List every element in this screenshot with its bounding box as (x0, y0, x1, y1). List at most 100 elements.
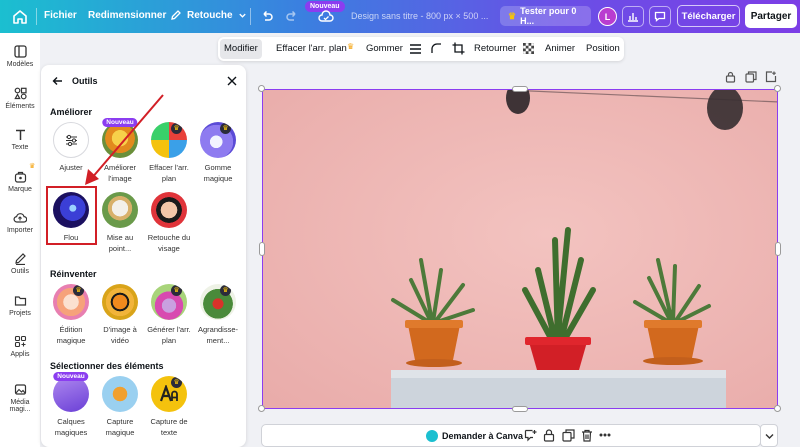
ask-canva-button[interactable]: Demander à Canva (426, 427, 523, 444)
close-icon[interactable] (227, 76, 237, 86)
transparency-icon[interactable] (523, 43, 534, 54)
rail-label: Applis (10, 351, 30, 358)
blur-thumbnail (53, 192, 89, 228)
border-style-icon[interactable] (410, 44, 421, 54)
cloud-upload-icon (13, 213, 27, 223)
animate-button[interactable]: Animer (545, 43, 575, 54)
back-arrow-icon[interactable] (52, 76, 63, 86)
tool-magic-edit[interactable]: ♛ Édition magique (47, 284, 95, 346)
magic-expand-thumbnail: ♛ (200, 284, 236, 320)
left-rail: Modèles Éléments Texte ♛ Marque Importer… (0, 33, 40, 447)
rail-label: Modèles (6, 61, 34, 68)
try-pro-label: Tester pour 0 H... (520, 6, 577, 26)
tools-panel: Outils Améliorer Ajuster Nouveau Amélior… (41, 65, 246, 447)
apps-icon (14, 335, 26, 348)
magic-eraser-thumbnail: ♛ (200, 122, 236, 158)
resize-handle[interactable] (774, 85, 781, 92)
more-options-icon[interactable] (599, 433, 611, 437)
file-menu[interactable]: Fichier (44, 10, 77, 21)
tool-label: Édition magique (56, 325, 86, 345)
tool-magic-expand[interactable]: ♛ Agrandisse-ment... (194, 284, 242, 346)
magic-media-icon (14, 384, 26, 395)
resize-handle[interactable] (258, 405, 265, 412)
lock-icon[interactable] (543, 429, 555, 442)
avatar[interactable]: L (598, 7, 617, 26)
tool-label: Générer l'arr. plan (147, 325, 191, 345)
add-page-icon[interactable] (765, 71, 777, 83)
elements-icon (13, 87, 27, 100)
lock-icon[interactable] (725, 71, 736, 83)
flip-button[interactable]: Retourner (474, 43, 516, 54)
crown-icon: ♛ (220, 123, 231, 134)
rail-item-magic-media[interactable]: Média magi... (0, 383, 40, 413)
rail-item-upload[interactable]: Importer (0, 211, 40, 234)
analytics-button[interactable] (622, 6, 644, 27)
resize-menu[interactable]: Redimensionner (88, 10, 166, 21)
tool-face-retouch[interactable]: Retouche du visage (145, 192, 193, 254)
undo-icon[interactable] (260, 9, 274, 23)
redo-icon[interactable] (285, 9, 299, 23)
generate-bg-thumbnail: ♛ (151, 284, 187, 320)
rail-item-brand[interactable]: ♛ Marque (0, 163, 40, 193)
tool-label: D'image à vidéo (103, 325, 137, 345)
tool-autofocus[interactable]: Mise au point... (96, 192, 144, 254)
duplicate-icon[interactable] (745, 71, 757, 83)
home-icon[interactable] (12, 9, 28, 25)
tool-blur[interactable]: Flou (47, 192, 95, 243)
tool-image-to-video[interactable]: D'image à vidéo (96, 284, 144, 346)
canvas-photo[interactable] (262, 89, 778, 409)
rail-item-elements[interactable]: Éléments (0, 87, 40, 110)
try-pro-button[interactable]: ♛ Tester pour 0 H... (500, 6, 591, 26)
rail-label: Importer (6, 227, 34, 234)
erase-button[interactable]: Gommer (366, 43, 403, 54)
tool-grab-text[interactable]: ♛ Capture de texte (145, 376, 193, 438)
download-button[interactable]: Télécharger (677, 5, 740, 27)
retouch-label: Retouche (187, 9, 233, 21)
rail-item-templates[interactable]: Modèles (0, 45, 40, 68)
collapse-toggle[interactable] (760, 424, 778, 447)
rail-item-text[interactable]: Texte (0, 128, 40, 151)
rail-item-apps[interactable]: Applis (0, 335, 40, 358)
resize-handle[interactable] (512, 86, 528, 92)
bg-remover-button[interactable]: Effacer l'arr. plan (276, 43, 347, 54)
new-badge: Nouveau (102, 118, 138, 127)
edit-image-button[interactable]: Modifier (224, 43, 258, 54)
corner-rounding-icon[interactable] (431, 43, 442, 54)
panel-title: Outils (72, 76, 98, 86)
position-button[interactable]: Position (586, 43, 620, 54)
tool-label: Agrandisse-ment... (197, 325, 239, 345)
rail-item-tools[interactable]: Outils (0, 252, 40, 275)
face-retouch-thumbnail (151, 192, 187, 228)
trash-icon[interactable] (581, 429, 593, 442)
retouch-mode-menu[interactable]: Retouche (170, 9, 247, 21)
duplicate-icon[interactable] (562, 429, 575, 442)
tools-icon (14, 253, 26, 265)
crop-icon[interactable] (452, 42, 465, 55)
tool-label: Calques magiques (54, 417, 88, 437)
divider (250, 8, 251, 25)
design-title[interactable]: Design sans titre - 800 px × 500 ... (351, 11, 488, 21)
resize-handle[interactable] (774, 405, 781, 412)
share-button[interactable]: Partager (745, 4, 797, 28)
resize-handle[interactable] (775, 242, 781, 256)
tool-magic-grab[interactable]: Capture magique (96, 376, 144, 438)
folder-icon (14, 296, 26, 306)
resize-handle[interactable] (512, 406, 528, 412)
cloud-sync-icon[interactable] (318, 9, 334, 23)
tool-magic-layers[interactable]: Nouveau Calques magiques (47, 372, 95, 438)
crown-icon: ♛ (508, 10, 517, 21)
tool-magic-eraser[interactable]: ♛ Gomme magique (194, 122, 242, 184)
tool-generate-bg[interactable]: ♛ Générer l'arr. plan (145, 284, 193, 346)
comments-button[interactable] (649, 6, 671, 27)
section-title-select: Sélectionner des éléments (50, 361, 164, 371)
divider (36, 8, 37, 25)
rail-item-projects[interactable]: Projets (0, 294, 40, 317)
sliders-icon (66, 134, 77, 147)
resize-handle[interactable] (258, 85, 265, 92)
comment-icon (654, 11, 666, 22)
top-bar: Fichier Redimensionner Retouche Nouveau … (0, 0, 800, 33)
tool-label: Retouche du visage (147, 233, 191, 253)
resize-handle[interactable] (259, 242, 265, 256)
tool-label: Capture de texte (150, 417, 188, 437)
add-comment-icon[interactable] (524, 429, 537, 442)
